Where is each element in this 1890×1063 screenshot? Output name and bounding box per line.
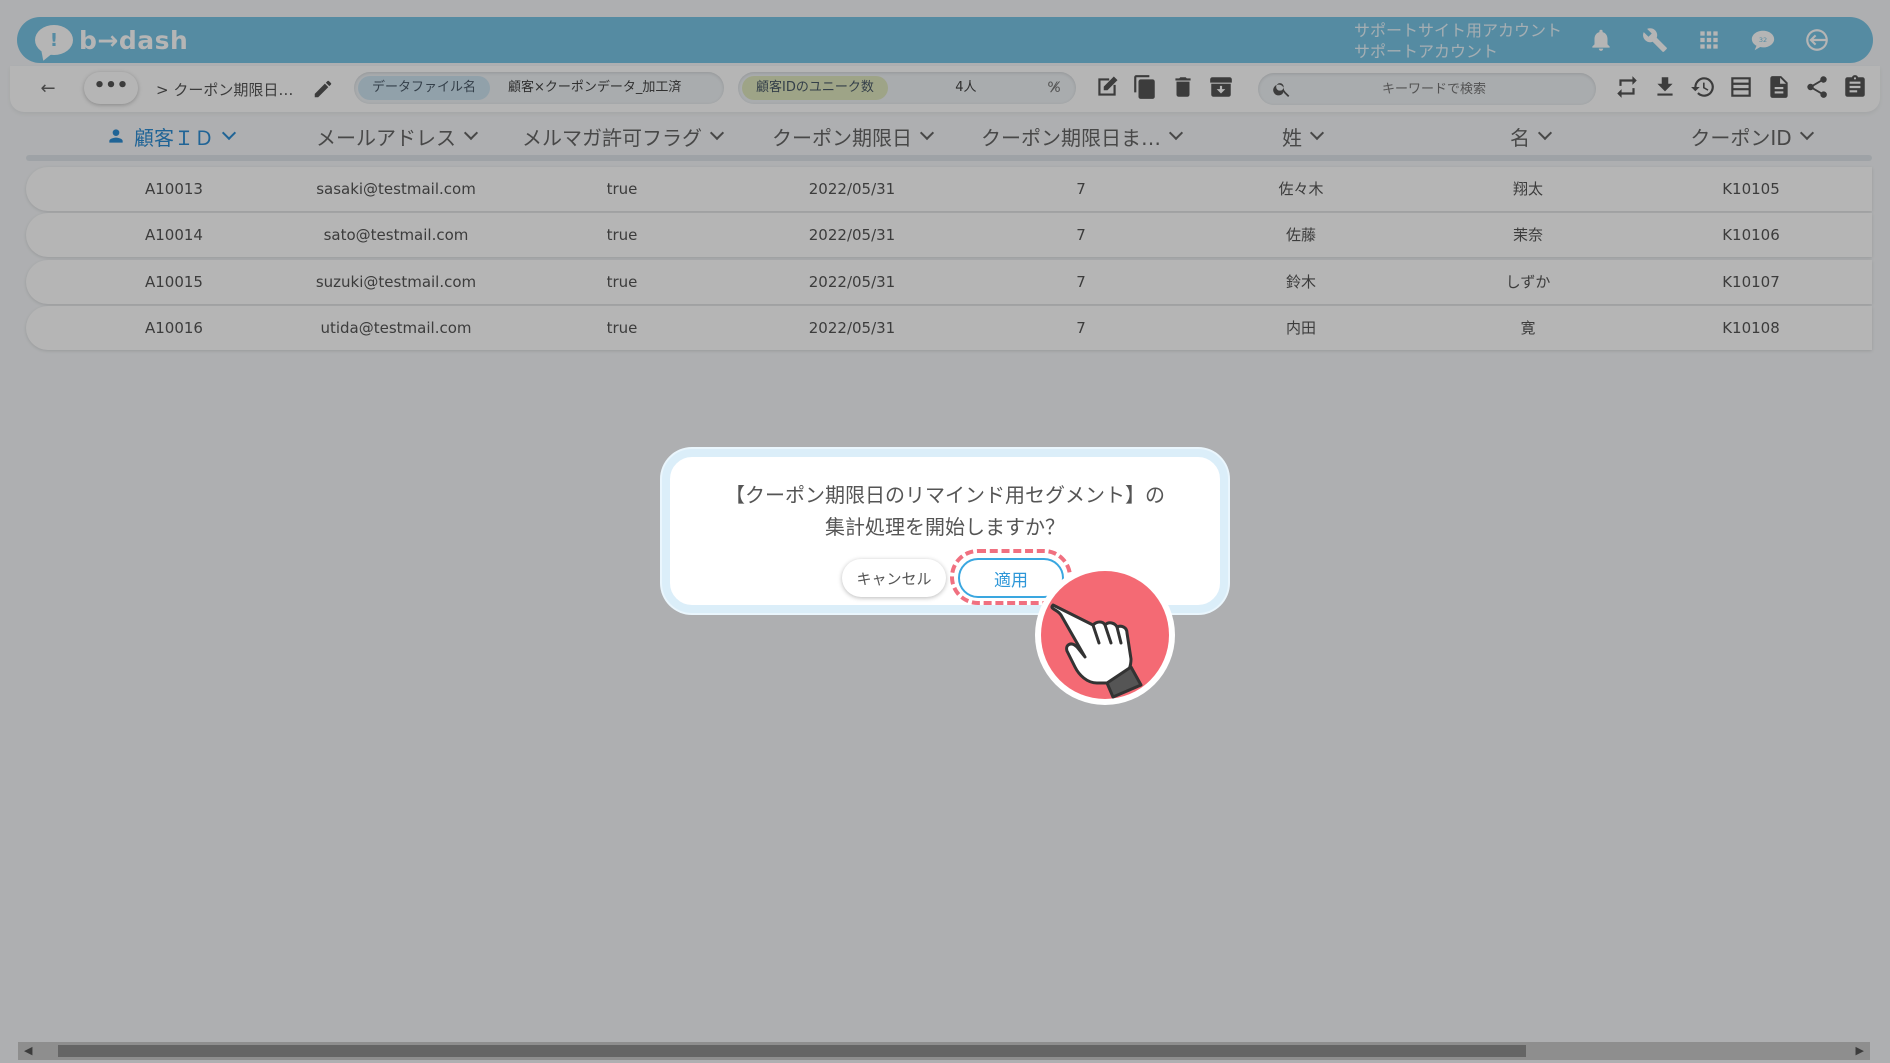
app-window: ! b→dash サポートサイト用アカウント サポートアカウント 32 ← ••… (0, 0, 1890, 1063)
dialog-message-line1: 【クーポン期限日のリマインド用セグメント】の (725, 483, 1165, 507)
pointing-hand-icon (1035, 565, 1175, 705)
cancel-button[interactable]: キャンセル (842, 559, 946, 597)
dialog-message: 【クーポン期限日のリマインド用セグメント】の 集計処理を開始しますか？ (670, 479, 1220, 543)
dialog-message-line2: 集計処理を開始しますか？ (825, 515, 1065, 539)
